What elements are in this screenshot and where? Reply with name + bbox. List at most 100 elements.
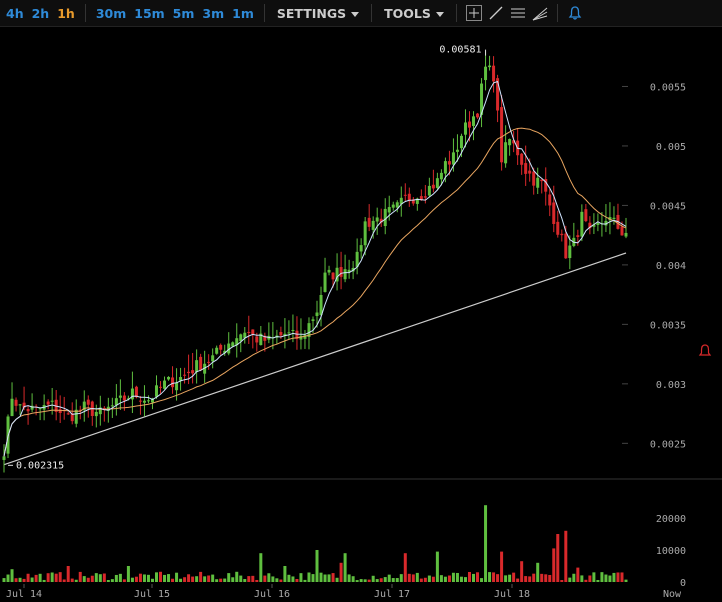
candle-body — [476, 113, 480, 118]
settings-label: SETTINGS — [276, 5, 347, 21]
candle-body — [403, 194, 407, 196]
settings-menu-button[interactable]: SETTINGS — [271, 6, 365, 21]
crosshair-tool-button[interactable] — [463, 2, 485, 24]
candle-body — [431, 184, 435, 189]
candle-body — [171, 377, 175, 388]
volume-bar — [207, 575, 211, 582]
ma-fast-line — [3, 80, 627, 457]
volume-bar — [42, 579, 46, 582]
volume-bar — [163, 574, 167, 582]
candle-body — [620, 226, 624, 236]
volume-bar — [150, 578, 154, 582]
volume-bar — [235, 571, 239, 582]
candle-body — [500, 107, 504, 163]
volume-bar — [30, 577, 34, 582]
candle-body — [467, 121, 471, 128]
volume-bar — [142, 574, 146, 582]
tools-menu-button[interactable]: TOOLS — [378, 6, 450, 21]
trendline-tool-button[interactable] — [485, 2, 507, 24]
candle-body — [423, 196, 427, 198]
candle-body — [183, 374, 187, 376]
candle-body — [195, 360, 199, 373]
timeframe-30m[interactable]: 30m — [92, 6, 130, 21]
price-alert-icon[interactable] — [698, 344, 712, 356]
volume-bar — [191, 576, 195, 582]
candle-body — [528, 170, 532, 174]
volume-bar — [102, 573, 106, 582]
candle-body — [612, 217, 616, 219]
candle-body — [556, 221, 560, 235]
candle-body — [94, 411, 98, 417]
volume-bar — [367, 579, 371, 582]
tools-label: TOOLS — [384, 5, 431, 21]
toolbar: 4h 2h 1h 30m 15m 5m 3m 1m SETTINGS TOOLS — [0, 0, 722, 27]
toolbar-divider — [455, 4, 457, 22]
candle-body — [199, 356, 203, 371]
volume-bar — [70, 578, 74, 582]
candle-body — [211, 355, 215, 362]
volume-bar — [126, 566, 130, 582]
volume-bar — [520, 561, 524, 582]
volume-bar — [576, 567, 580, 582]
volume-bar — [375, 579, 379, 582]
candle-body — [524, 163, 528, 174]
volume-bar — [6, 574, 10, 582]
volume-bar — [323, 574, 327, 582]
volume-bar — [171, 578, 175, 582]
timeframe-4h[interactable]: 4h — [2, 6, 28, 21]
timeframe-1h[interactable]: 1h — [53, 6, 79, 21]
volume-bar — [423, 577, 427, 582]
volume-bar — [568, 577, 572, 582]
volume-bar — [552, 548, 556, 582]
timeframe-3m[interactable]: 3m — [198, 6, 228, 21]
candle-body — [447, 161, 451, 165]
volume-bar — [443, 576, 447, 582]
trendline-icon — [489, 6, 503, 20]
candle-body — [46, 401, 50, 405]
volume-bar — [472, 573, 476, 582]
volume-bar — [451, 572, 455, 582]
candle-body — [472, 116, 476, 126]
candle-body — [463, 122, 467, 135]
candle-body — [146, 400, 150, 402]
volume-bar — [74, 579, 78, 582]
price-tick-label: 0.0055 — [650, 82, 686, 93]
candle-body — [455, 149, 459, 152]
volume-bar — [480, 578, 484, 582]
volume-bar — [596, 579, 600, 582]
volume-bar — [243, 579, 247, 582]
candle-body — [239, 334, 243, 342]
volume-bar — [223, 578, 227, 582]
price-chart[interactable]: 0.0055 0.005 0.0045 0.004 0.0035 0.003 0.0025 2… — [0, 27, 722, 602]
timeframe-5m[interactable]: 5m — [169, 6, 199, 21]
candle-body — [2, 456, 6, 460]
timeframe-selector: 4h 2h 1h 30m 15m 5m 3m 1m — [2, 4, 258, 22]
volume-tick-label: 0 — [680, 578, 686, 589]
volume-bar — [50, 572, 54, 582]
volume-bar — [311, 574, 315, 582]
volume-bar — [247, 576, 251, 582]
volume-bar — [283, 566, 287, 582]
horizontal-lines-tool-button[interactable] — [507, 2, 529, 24]
volume-bars — [2, 505, 628, 582]
timeframe-1m[interactable]: 1m — [228, 6, 258, 21]
volume-bar — [395, 578, 399, 582]
volume-bar — [22, 578, 26, 582]
trendline — [3, 252, 627, 466]
volume-bar — [459, 576, 463, 582]
volume-bar — [183, 577, 187, 582]
volume-bar — [544, 574, 548, 582]
volume-bar — [620, 572, 624, 582]
bell-outline — [698, 344, 712, 356]
volume-bar — [279, 579, 283, 582]
volume-bar — [134, 576, 138, 582]
candle-body — [10, 398, 14, 417]
candle-body — [130, 388, 134, 400]
alert-button[interactable] — [564, 2, 586, 24]
volume-bar — [94, 573, 98, 582]
x-tick-label: Jul 16 — [254, 589, 290, 600]
price-tick-label: 0.003 — [656, 380, 686, 391]
timeframe-2h[interactable]: 2h — [28, 6, 54, 21]
timeframe-15m[interactable]: 15m — [130, 6, 168, 21]
fan-tool-button[interactable] — [529, 2, 551, 24]
